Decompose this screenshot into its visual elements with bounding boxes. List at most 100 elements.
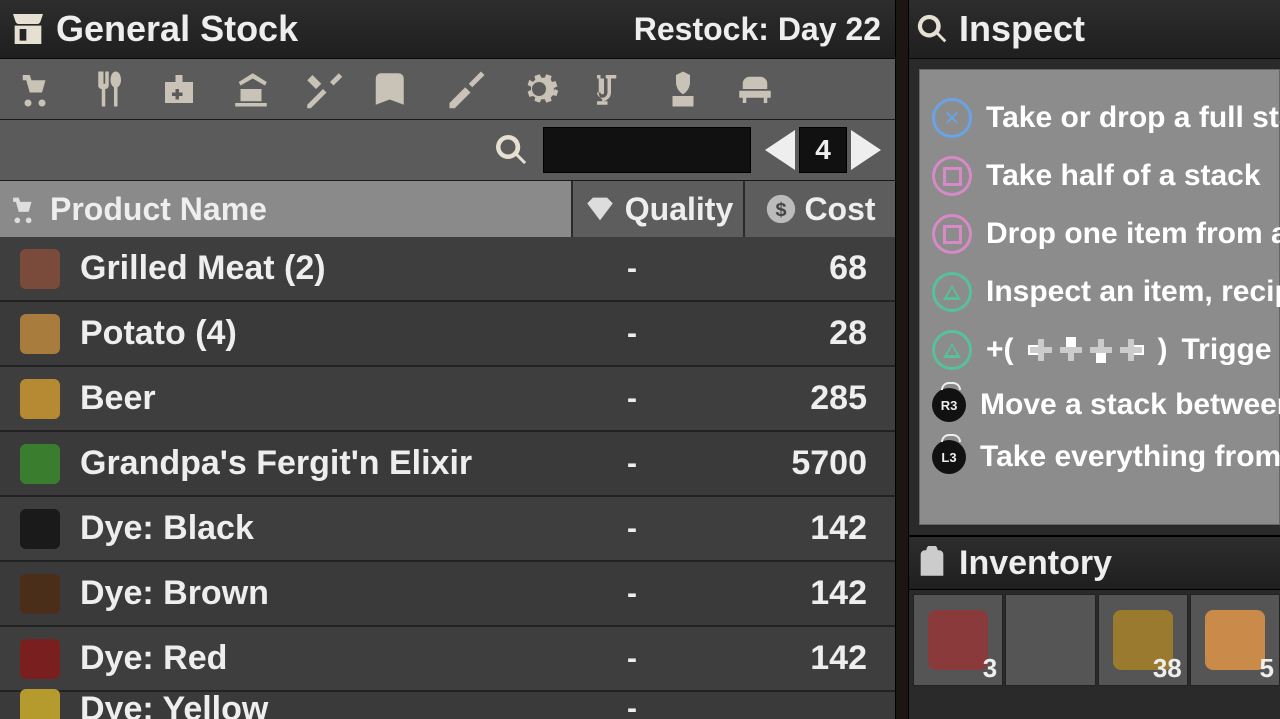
backpack-icon [915,546,949,580]
item-cost: 142 [717,574,895,613]
ps-cross-icon: ✕ [932,98,972,138]
table-row[interactable]: Grandpa's Fergit'n Elixir-5700 [0,432,895,497]
slot-count: 38 [1153,653,1182,684]
item-name: Grilled Meat (2) [80,249,547,288]
item-quality: - [547,252,717,286]
product-table-body: Grilled Meat (2)-68Potato (4)-28Beer-285… [0,237,895,719]
help-line: Trigge [1182,333,1272,367]
page-prev-button[interactable] [765,130,795,170]
header-product-name[interactable]: Product Name [0,181,573,237]
table-row[interactable]: Dye: Yellow- [0,692,895,719]
help-line-mid: ) [1158,333,1168,367]
inventory-title: Inventory [959,544,1112,583]
help-line: Drop one item from a he [986,217,1280,251]
item-name: Dye: Yellow [80,690,547,719]
item-name: Grandpa's Fergit'n Elixir [80,444,547,483]
help-line: Move a stack between [980,388,1280,422]
item-name: Beer [80,379,547,418]
ps-square-icon [932,156,972,196]
shop-icon [8,9,48,49]
category-tools-icon[interactable] [302,68,344,110]
item-quality: - [547,692,717,719]
item-icon [0,509,80,549]
item-quality: - [547,317,717,351]
inspect-title-bar: Inspect [909,0,1280,59]
inspect-title: Inspect [959,8,1085,50]
item-icon [0,444,80,484]
item-icon [0,379,80,419]
header-quality[interactable]: Quality [573,181,745,237]
category-decor-icon[interactable] [734,68,776,110]
table-row[interactable]: Grilled Meat (2)-68 [0,237,895,302]
table-row[interactable]: Beer-285 [0,367,895,432]
inventory-slot[interactable]: 3 [913,594,1003,686]
r3-button-icon: R3 [932,388,966,422]
header-cost-label: Cost [804,191,875,228]
item-icon [0,249,80,289]
ps-square-icon [932,214,972,254]
dpad-icons [1028,337,1144,363]
page-next-button[interactable] [851,130,881,170]
header-quality-label: Quality [625,191,733,228]
item-name: Dye: Black [80,509,547,548]
search-input[interactable] [543,127,751,173]
category-medical-icon[interactable] [158,68,200,110]
item-quality: - [547,512,717,546]
help-line: Take half of a stack [986,159,1261,193]
shop-title: General Stock [56,8,298,50]
table-row[interactable]: Dye: Brown-142 [0,562,895,627]
help-line: Take or drop a full stac [986,101,1280,135]
table-row[interactable]: Dye: Red-142 [0,627,895,692]
magnifier-icon [915,12,949,46]
slot-count: 3 [983,653,997,684]
help-line: Inspect an item, recipe [986,275,1280,309]
ps-triangle-icon [932,330,972,370]
help-line-prefix: +( [986,333,1014,367]
item-quality: - [547,382,717,416]
item-cost: 285 [717,379,895,418]
item-name: Dye: Brown [80,574,547,613]
inventory-grid: 3 38 5 [909,590,1280,686]
header-cost[interactable]: $ Cost [745,181,895,237]
restock-label: Restock: Day 22 [634,11,881,48]
item-icon [0,314,80,354]
vertical-divider [895,0,909,719]
item-name: Dye: Red [80,639,547,678]
category-bar [0,59,895,120]
item-icon [0,574,80,614]
category-weapons-icon[interactable] [446,68,488,110]
category-armor-icon[interactable] [662,68,704,110]
inventory-title-bar: Inventory [909,535,1280,590]
table-row[interactable]: Potato (4)-28 [0,302,895,367]
help-line: Take everything from a [980,440,1280,474]
item-quality: - [547,447,717,481]
inventory-slot[interactable]: 38 [1098,594,1188,686]
table-row[interactable]: Dye: Black-142 [0,497,895,562]
category-mods-icon[interactable] [518,68,560,110]
search-row: 4 [0,120,895,181]
item-quality: - [547,642,717,676]
item-quality: - [547,577,717,611]
inspect-help-panel: ✕ Take or drop a full stac Take half of a… [919,69,1280,525]
item-icon [0,689,80,719]
category-building-icon[interactable] [230,68,272,110]
item-cost: 142 [717,509,895,548]
item-name: Potato (4) [80,314,547,353]
inventory-slot[interactable]: 5 [1190,594,1280,686]
item-icon [0,639,80,679]
item-cost: 28 [717,314,895,353]
category-all-icon[interactable] [14,68,56,110]
item-cost: 5700 [717,444,895,483]
page-number: 4 [799,127,847,173]
category-science-icon[interactable] [590,68,632,110]
slot-count: 5 [1260,653,1274,684]
search-icon[interactable] [493,132,529,168]
table-header: Product Name Quality $ Cost [0,181,895,237]
ps-triangle-icon [932,272,972,312]
item-cost: 68 [717,249,895,288]
inventory-slot[interactable] [1005,594,1095,686]
category-books-icon[interactable] [374,68,416,110]
category-food-icon[interactable] [86,68,128,110]
shop-title-bar: General Stock Restock: Day 22 [0,0,895,59]
item-cost: 142 [717,639,895,678]
